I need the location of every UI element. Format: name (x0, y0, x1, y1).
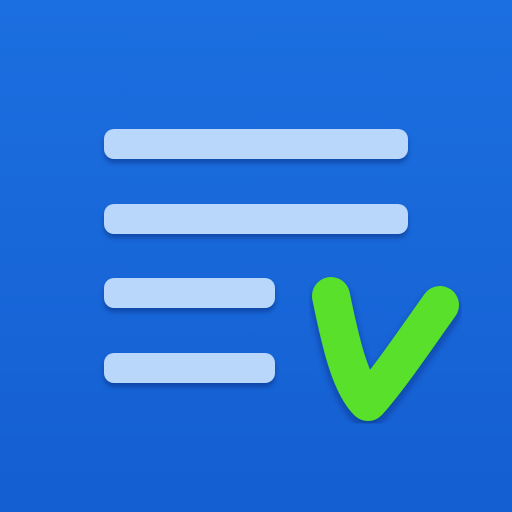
checklist-app-icon (0, 0, 512, 512)
checkmark-icon (312, 277, 459, 421)
